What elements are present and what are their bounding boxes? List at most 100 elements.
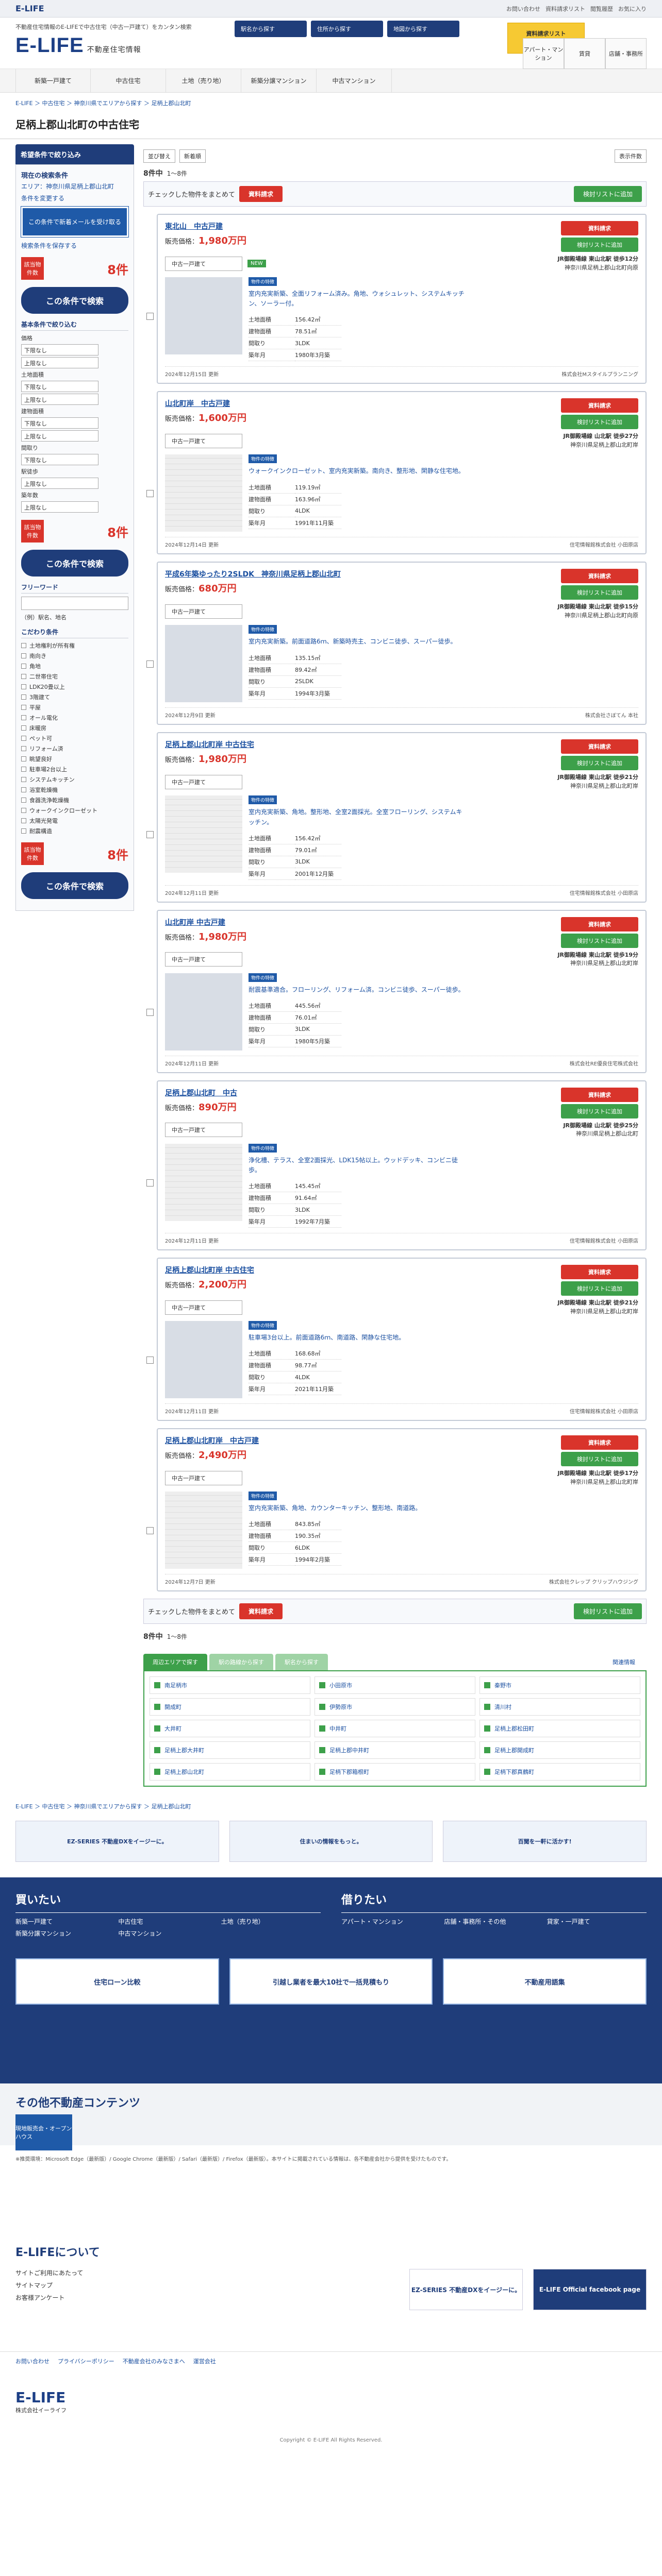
gnav-item[interactable]: 新築一戸建て <box>15 69 91 92</box>
filter-checkbox[interactable]: 浴室乾燥機 <box>21 786 128 794</box>
city-link[interactable]: 秦野市 <box>479 1676 640 1694</box>
city-link[interactable]: 足柄上郡中井町 <box>315 1741 475 1759</box>
filter-checkbox[interactable]: 3階建て <box>21 693 128 701</box>
footer-link[interactable]: プライバシーポリシー <box>58 2357 114 2365</box>
search-by-address-button[interactable]: 住所から探す <box>311 21 383 37</box>
filter-checkbox[interactable]: オール電化 <box>21 714 128 722</box>
checkbox-icon[interactable] <box>21 653 26 658</box>
checkbox-icon[interactable] <box>21 705 26 710</box>
city-link[interactable]: 中井町 <box>315 1720 475 1738</box>
checkbox-icon[interactable] <box>21 787 26 792</box>
gnav-item[interactable]: 新築分譲マンション <box>241 69 317 92</box>
checkbox-icon[interactable] <box>21 736 26 741</box>
checkbox-icon[interactable] <box>21 715 26 720</box>
agent-name[interactable]: 住宅情報館株式会社 小田原店 <box>570 1407 638 1415</box>
footer-logo[interactable]: E-LIFE <box>15 2389 67 2406</box>
agent-name[interactable]: 住宅情報館株式会社 小田原店 <box>570 540 638 548</box>
checkbox-icon[interactable] <box>21 725 26 731</box>
bldg-min-select[interactable]: 下限なし <box>21 417 98 429</box>
city-link[interactable]: 清川村 <box>479 1698 640 1716</box>
favorite-button[interactable]: 検討リストに追加 <box>561 415 638 430</box>
bulk-favorite-button[interactable]: 検討リストに追加 <box>573 1603 642 1620</box>
search-by-map-button[interactable]: 地図から探す <box>387 21 459 37</box>
card-checkbox[interactable] <box>146 660 154 668</box>
checkbox-icon[interactable] <box>21 664 26 669</box>
breadcrumb[interactable]: E-LIFE ＞ 中古住宅 ＞ 神奈川県でエリアから探す ＞ 足柄上郡山北町 <box>0 93 662 113</box>
buy-link[interactable]: 中古マンション <box>118 1929 218 1938</box>
bulk-check-label[interactable]: チェックした物件をまとめて <box>148 189 235 199</box>
city-link[interactable]: 大井町 <box>150 1720 310 1738</box>
favorite-button[interactable]: 検討リストに追加 <box>561 238 638 252</box>
agent-name[interactable]: 株式会社さぼてん 本社 <box>585 711 638 719</box>
price-max-select[interactable]: 上限なし <box>21 357 98 368</box>
filter-checkbox[interactable]: LDK20畳以上 <box>21 683 128 691</box>
tab-line[interactable]: 駅の路線から探す <box>209 1654 273 1671</box>
ad-banner[interactable]: 百聞を一軒に活かす! <box>443 1821 647 1862</box>
search-with-conditions-button[interactable]: この条件で検索 <box>21 287 128 314</box>
filter-checkbox[interactable]: 太陽光発電 <box>21 817 128 825</box>
request-button[interactable]: 資料請求 <box>561 221 638 235</box>
tab-station[interactable]: 駅名から探す <box>275 1654 328 1671</box>
request-button[interactable]: 資料請求 <box>561 569 638 584</box>
buy-link[interactable]: 新築一戸建て <box>15 1917 115 1926</box>
rent-link[interactable]: 貸家・一戸建て <box>547 1917 647 1926</box>
bulk-request-button[interactable]: 資料請求 <box>239 186 283 202</box>
buy-link[interactable]: 中古住宅 <box>118 1917 218 1926</box>
favorite-button[interactable]: 検討リストに追加 <box>561 756 638 771</box>
checkbox-icon[interactable] <box>21 818 26 823</box>
glossary-banner[interactable]: 不動産用語集 <box>443 1958 647 2005</box>
ez-series-banner[interactable]: EZ-SERIES 不動産DXをイージーに。 <box>409 2269 523 2311</box>
search-by-station-button[interactable]: 駅名から探す <box>235 21 307 37</box>
property-photo[interactable] <box>165 454 242 532</box>
filter-checkbox[interactable]: 駐車場2台以上 <box>21 765 128 773</box>
city-link[interactable]: 足柄下郡箱根町 <box>315 1763 475 1781</box>
land-max-select[interactable]: 上限なし <box>21 394 98 405</box>
top-link[interactable]: お気に入り <box>618 5 647 13</box>
checkbox-icon[interactable] <box>21 756 26 761</box>
top-link[interactable]: お問い合わせ <box>506 5 540 13</box>
checkbox-icon[interactable] <box>21 643 26 648</box>
filter-checkbox[interactable]: ペット可 <box>21 734 128 742</box>
bottom-breadcrumb[interactable]: E-LIFE ＞ 中古住宅 ＞ 神奈川県でエリアから探す ＞ 足柄上郡山北町 <box>0 1787 662 1816</box>
footer-link[interactable]: 不動産会社のみなさまへ <box>123 2357 185 2365</box>
facebook-banner[interactable]: E-LIFE Official facebook page <box>533 2269 647 2311</box>
filter-checkbox[interactable]: 角地 <box>21 662 128 670</box>
filter-checkbox[interactable]: 南向き <box>21 652 128 660</box>
filter-checkbox[interactable]: 食器洗浄乾燥機 <box>21 796 128 804</box>
related-link[interactable]: 関連情報 <box>603 1654 644 1670</box>
card-checkbox[interactable] <box>146 1357 154 1364</box>
filter-checkbox[interactable]: 耐震構造 <box>21 827 128 835</box>
walk-select[interactable]: 上限なし <box>21 478 98 489</box>
favorite-button[interactable]: 検討リストに追加 <box>561 585 638 600</box>
card-checkbox[interactable] <box>146 831 154 839</box>
request-button[interactable]: 資料請求 <box>561 1087 638 1102</box>
filter-checkbox[interactable]: 二世帯住宅 <box>21 672 128 681</box>
loan-banner[interactable]: 住宅ローン比較 <box>15 1958 219 2005</box>
save-conditions-link[interactable]: 検索条件を保存する <box>21 241 128 250</box>
card-checkbox[interactable] <box>146 1527 154 1535</box>
top-link[interactable]: 閲覧履歴 <box>590 5 613 13</box>
property-photo[interactable] <box>165 1492 242 1569</box>
filter-checkbox[interactable]: 土地権利が所有権 <box>21 641 128 650</box>
favorite-button[interactable]: 検討リストに追加 <box>561 1104 638 1118</box>
property-photo[interactable] <box>165 277 242 354</box>
favorite-button[interactable]: 検討リストに追加 <box>561 933 638 948</box>
search-with-conditions-button[interactable]: この条件で検索 <box>21 872 128 899</box>
gnav-item[interactable]: 土地（売り地） <box>166 69 241 92</box>
sort-select[interactable]: 新着順 <box>179 149 206 163</box>
footer-link[interactable]: お問い合わせ <box>15 2357 49 2365</box>
city-link[interactable]: 足柄上郡開成町 <box>479 1741 640 1759</box>
agent-name[interactable]: 住宅情報館株式会社 小田原店 <box>570 889 638 896</box>
filter-checkbox[interactable]: ウォークインクローゼット <box>21 806 128 815</box>
rent-link[interactable]: 店舗・事務所・その他 <box>444 1917 543 1926</box>
city-link[interactable]: 足柄下郡真鶴町 <box>479 1763 640 1781</box>
agent-name[interactable]: 住宅情報館株式会社 小田原店 <box>570 1236 638 1244</box>
request-button[interactable]: 資料請求 <box>561 917 638 931</box>
filter-checkbox[interactable]: 床暖房 <box>21 724 128 732</box>
agent-name[interactable]: 株式会社クレップ クリップハウジング <box>549 1578 638 1585</box>
footer-link[interactable]: 運営会社 <box>193 2357 216 2365</box>
checkbox-icon[interactable] <box>21 798 26 803</box>
checkbox-icon[interactable] <box>21 684 26 689</box>
agent-name[interactable]: 株式会社Mスタイルプランニング <box>561 370 638 378</box>
property-photo[interactable] <box>165 1321 242 1399</box>
